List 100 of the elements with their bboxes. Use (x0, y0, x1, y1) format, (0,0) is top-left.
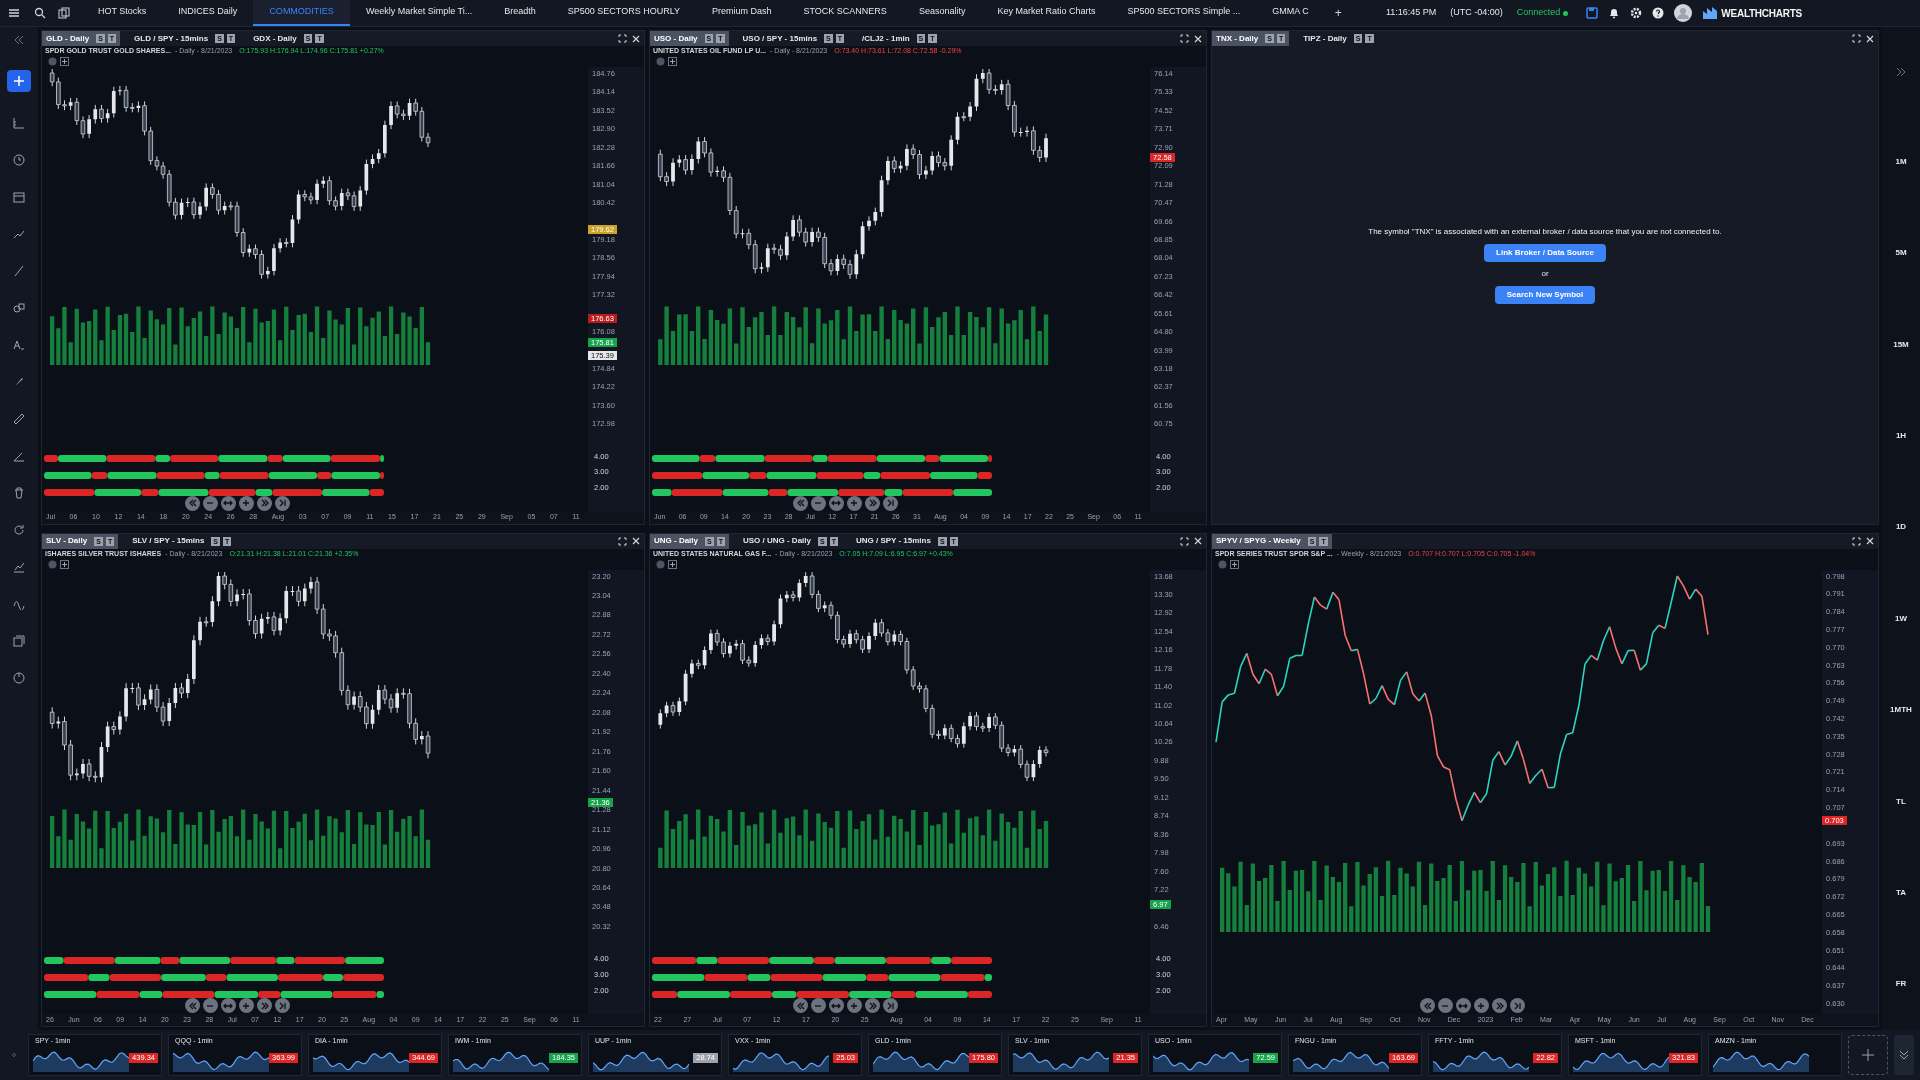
plus-icon (1862, 1049, 1874, 1061)
chart-nav-button[interactable] (882, 998, 898, 1013)
add-indicator-icon[interactable] (60, 559, 69, 569)
add-indicator-icon[interactable] (60, 57, 69, 66)
chart-nav-button[interactable] (792, 998, 808, 1013)
chart-nav-button[interactable] (864, 998, 880, 1013)
bell-icon[interactable] (1608, 7, 1621, 19)
angle-icon[interactable] (13, 450, 25, 462)
chart-nav-button[interactable] (828, 998, 844, 1013)
nav-tab[interactable]: COMMODITIES (253, 0, 350, 26)
save-icon[interactable] (1586, 7, 1599, 19)
refresh-icon[interactable] (13, 524, 25, 536)
visibility-icon[interactable] (48, 57, 57, 66)
close-icon[interactable] (1866, 34, 1874, 43)
shapes-icon[interactable] (13, 302, 25, 314)
close-icon[interactable] (632, 537, 640, 545)
nav-tab[interactable]: Seasonality (902, 0, 982, 26)
close-icon[interactable] (1194, 34, 1202, 43)
chart-nav-button[interactable] (220, 998, 236, 1013)
logo-icon (1702, 6, 1719, 20)
close-icon[interactable] (1194, 537, 1202, 545)
add-indicator-icon[interactable] (668, 57, 677, 66)
expand-sidebar-icon[interactable] (1895, 66, 1907, 77)
chart-nav-button[interactable] (1437, 998, 1453, 1013)
expand-icon[interactable] (618, 536, 627, 546)
action-button[interactable]: Link Broker / Data Source (1484, 243, 1606, 262)
add-chart-button[interactable] (7, 70, 31, 92)
power-icon[interactable] (13, 672, 25, 684)
nav-tab[interactable]: Breadth (488, 0, 552, 26)
chart-nav-button[interactable] (202, 998, 218, 1013)
action-button[interactable]: Search New Symbol (1494, 285, 1596, 304)
chart-nav-button[interactable] (1491, 998, 1507, 1013)
expand-icon[interactable] (1180, 34, 1189, 43)
chart-nav-button[interactable] (274, 998, 290, 1013)
timeframe-button[interactable]: 5M (1895, 247, 1907, 260)
indicator-icon[interactable] (13, 561, 25, 573)
plus-icon (14, 76, 24, 86)
collapse-icon[interactable] (13, 35, 25, 45)
trend-line-icon[interactable] (13, 228, 25, 240)
nav-tab[interactable]: SP500 SECTORS Simple ... (1111, 0, 1257, 26)
add-indicator-icon[interactable] (1230, 559, 1239, 569)
chart-nav-button[interactable] (1419, 998, 1435, 1013)
chart-nav-button[interactable] (846, 998, 862, 1013)
tab-label: UNG / SPY - 15mins (855, 535, 931, 547)
avatar-icon[interactable] (1674, 4, 1693, 22)
expand-icon[interactable] (1852, 536, 1861, 546)
timeframe-button[interactable]: 1W (1895, 612, 1907, 625)
timeframe-button[interactable]: 1H (1895, 430, 1907, 443)
chart-nav-button[interactable] (238, 998, 254, 1013)
tab-label: GLD / SPY - 15mins (134, 32, 209, 45)
calendar-icon[interactable] (13, 191, 25, 203)
close-icon[interactable] (632, 34, 640, 43)
visibility-icon[interactable] (656, 57, 665, 66)
chart-nav-button[interactable] (1473, 998, 1489, 1013)
nav-tab[interactable]: Weekly Market Simple Ti... (349, 0, 489, 26)
brush-icon[interactable] (13, 376, 25, 388)
chart-nav-button[interactable] (1455, 998, 1471, 1013)
wave-icon[interactable] (13, 598, 25, 610)
nav-tab[interactable]: STOCK SCANNERS (787, 0, 903, 26)
chart-nav-button[interactable] (1509, 998, 1525, 1013)
timeframe-button[interactable]: TL (1896, 795, 1906, 808)
help-icon[interactable] (1652, 7, 1665, 19)
nav-tab[interactable]: Premium Dash (696, 0, 788, 26)
nav-tab[interactable]: GMMA C (1256, 0, 1325, 26)
expand-icon[interactable] (1852, 34, 1861, 43)
timeframe-button[interactable]: 1D (1895, 521, 1907, 534)
chart-nav-button[interactable] (810, 998, 826, 1013)
search-icon[interactable] (34, 7, 46, 19)
expand-icon[interactable] (618, 34, 627, 43)
chart-nav-button[interactable] (184, 998, 200, 1013)
timeframe-button[interactable]: TA (1895, 886, 1907, 899)
tab-label: GLD - Daily (46, 32, 90, 45)
trash-icon[interactable] (13, 487, 25, 499)
clock-icon[interactable] (13, 154, 25, 166)
add-tab-button[interactable]: + (1324, 4, 1352, 22)
settings-icon[interactable] (1630, 7, 1643, 19)
tab-label: GDX - Daily (253, 32, 297, 45)
measure-icon[interactable] (13, 413, 25, 425)
pencil-line-icon[interactable] (13, 265, 25, 277)
add-indicator-icon[interactable] (668, 559, 677, 569)
timeframe-button[interactable]: 1MTH (1890, 704, 1912, 717)
copy-icon[interactable] (58, 7, 70, 19)
nav-tab[interactable]: Key Market Ratio Charts (981, 0, 1112, 26)
nav-tab[interactable]: INDICES Daily (162, 0, 254, 26)
timeframe-button[interactable]: 15M (1893, 338, 1909, 351)
connection-status: Connected (1516, 6, 1561, 20)
chart-nav-button[interactable] (256, 998, 272, 1013)
nav-tab[interactable]: HOT Stocks (82, 0, 163, 26)
tab-label: TIPZ - Daily (1303, 32, 1347, 45)
menu-icon[interactable] (8, 8, 20, 18)
timeframe-button[interactable]: FR (1895, 978, 1907, 991)
expand-icon[interactable] (1180, 536, 1189, 546)
layers-icon[interactable] (13, 635, 25, 647)
text-tool-icon[interactable] (13, 339, 25, 351)
nav-tab[interactable]: SP500 SECTORS HOURLY (551, 0, 696, 26)
close-icon[interactable] (1866, 537, 1874, 545)
logo-text: WEALTHCHARTS (1721, 6, 1802, 21)
ruler-icon[interactable] (13, 117, 25, 129)
add-mini-chart-button[interactable] (1848, 1035, 1888, 1075)
timeframe-button[interactable]: 1M (1895, 156, 1907, 169)
